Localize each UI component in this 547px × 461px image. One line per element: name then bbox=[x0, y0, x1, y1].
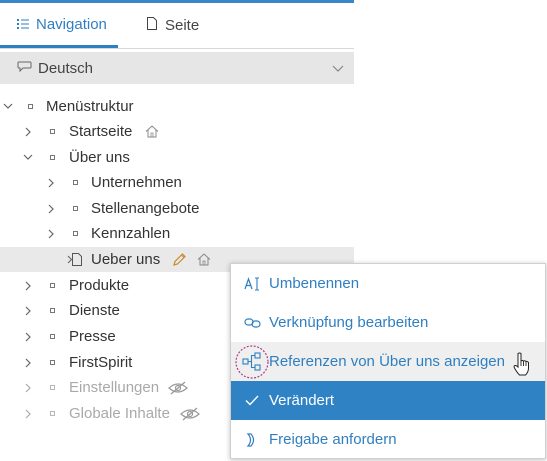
page-icon bbox=[147, 17, 157, 34]
chevron-right-icon[interactable] bbox=[23, 305, 33, 317]
menu-item-label: Verändert bbox=[269, 392, 335, 409]
tree-row-startseite[interactable]: Startseite bbox=[0, 119, 354, 144]
home-icon bbox=[145, 125, 159, 138]
node-icon bbox=[73, 231, 78, 236]
eye-slash-icon bbox=[168, 381, 188, 395]
menu-item-label: Referenzen von Über uns anzeigen bbox=[269, 353, 505, 370]
chevron-right-icon[interactable] bbox=[46, 177, 56, 189]
tree-item-label: Globale Inhalte bbox=[69, 405, 170, 422]
rename-icon bbox=[243, 275, 261, 293]
tree-item-label: Über uns bbox=[69, 149, 130, 166]
node-icon bbox=[50, 334, 55, 339]
language-select[interactable]: Deutsch bbox=[0, 52, 354, 84]
node-icon bbox=[50, 411, 55, 416]
references-icon bbox=[235, 344, 269, 379]
chevron-right-icon[interactable] bbox=[46, 203, 56, 215]
chevron-right-icon[interactable] bbox=[23, 408, 33, 420]
tree-item-label: Stellenangebote bbox=[91, 200, 200, 217]
node-icon bbox=[50, 129, 55, 134]
tree-item-label: Startseite bbox=[69, 123, 133, 140]
menu-item-changed[interactable]: Verändert bbox=[231, 381, 545, 420]
tree-item-label: Produkte bbox=[69, 277, 130, 294]
list-icon bbox=[17, 16, 29, 33]
chevron-down-icon[interactable] bbox=[23, 152, 33, 164]
menu-item-label: Freigabe anfordern bbox=[269, 431, 397, 448]
menu-item-show-references[interactable]: Referenzen von Über uns anzeigen bbox=[231, 342, 545, 381]
home-icon bbox=[197, 253, 211, 266]
tree-row-kennzahlen[interactable]: Kennzahlen bbox=[0, 221, 354, 246]
node-icon bbox=[50, 155, 55, 160]
tree-item-label: FirstSpirit bbox=[69, 354, 133, 371]
chevron-down-icon bbox=[332, 60, 344, 77]
node-icon bbox=[73, 180, 78, 185]
chevron-down-icon[interactable] bbox=[3, 101, 13, 113]
node-icon bbox=[50, 308, 55, 313]
menu-item-label: Verknüpfung bearbeiten bbox=[269, 314, 429, 331]
tab-bar: Navigation Seite bbox=[0, 3, 354, 49]
menu-item-edit-link[interactable]: Verknüpfung bearbeiten bbox=[231, 303, 545, 342]
tab-navigation[interactable]: Navigation bbox=[0, 3, 118, 48]
tab-page[interactable]: Seite bbox=[147, 3, 199, 48]
chevron-right-icon[interactable] bbox=[23, 382, 33, 394]
chevron-right-icon[interactable] bbox=[23, 331, 33, 343]
tab-navigation-label: Navigation bbox=[36, 15, 107, 33]
context-menu: Umbenennen Verknüpfung bearbeiten Refere… bbox=[230, 263, 546, 459]
menu-item-label: Umbenennen bbox=[269, 275, 360, 292]
tree-item-label: Dienste bbox=[69, 302, 120, 319]
node-icon bbox=[50, 283, 55, 288]
tree-row-root[interactable]: Menüstruktur bbox=[0, 94, 354, 119]
chevron-right-icon[interactable] bbox=[23, 280, 33, 292]
tree-row-ueber-uns[interactable]: Über uns bbox=[0, 145, 354, 170]
menu-item-request-release[interactable]: Freigabe anfordern bbox=[231, 420, 545, 459]
release-icon bbox=[243, 431, 261, 449]
tree-item-label: Ueber uns bbox=[91, 251, 161, 268]
node-icon bbox=[50, 360, 55, 365]
edit-icon[interactable] bbox=[172, 252, 187, 267]
menu-item-rename[interactable]: Umbenennen bbox=[231, 264, 545, 303]
tree-item-label: Presse bbox=[69, 328, 116, 345]
tree-item-label: Einstellungen bbox=[69, 379, 160, 396]
tab-page-label: Seite bbox=[165, 17, 200, 34]
tree-item-label: Kennzahlen bbox=[91, 225, 171, 242]
chevron-right-icon[interactable] bbox=[46, 228, 56, 240]
chevron-right-icon[interactable] bbox=[23, 357, 33, 369]
tree-row-stellenangebote[interactable]: Stellenangebote bbox=[0, 196, 354, 221]
check-icon bbox=[243, 392, 261, 410]
tree-item-label: Unternehmen bbox=[91, 174, 182, 191]
speech-bubble-icon bbox=[17, 60, 32, 77]
language-label: Deutsch bbox=[38, 59, 94, 77]
tree-row-unternehmen[interactable]: Unternehmen bbox=[0, 170, 354, 195]
page-icon bbox=[72, 253, 82, 266]
hand-pointer-cursor-icon bbox=[512, 352, 530, 381]
node-icon bbox=[73, 206, 78, 211]
link-icon bbox=[243, 314, 261, 332]
eye-slash-icon bbox=[180, 407, 200, 421]
tree-item-label: Menüstruktur bbox=[46, 98, 134, 115]
node-icon bbox=[28, 104, 33, 109]
node-icon bbox=[50, 385, 55, 390]
chevron-right-icon[interactable] bbox=[23, 126, 33, 138]
